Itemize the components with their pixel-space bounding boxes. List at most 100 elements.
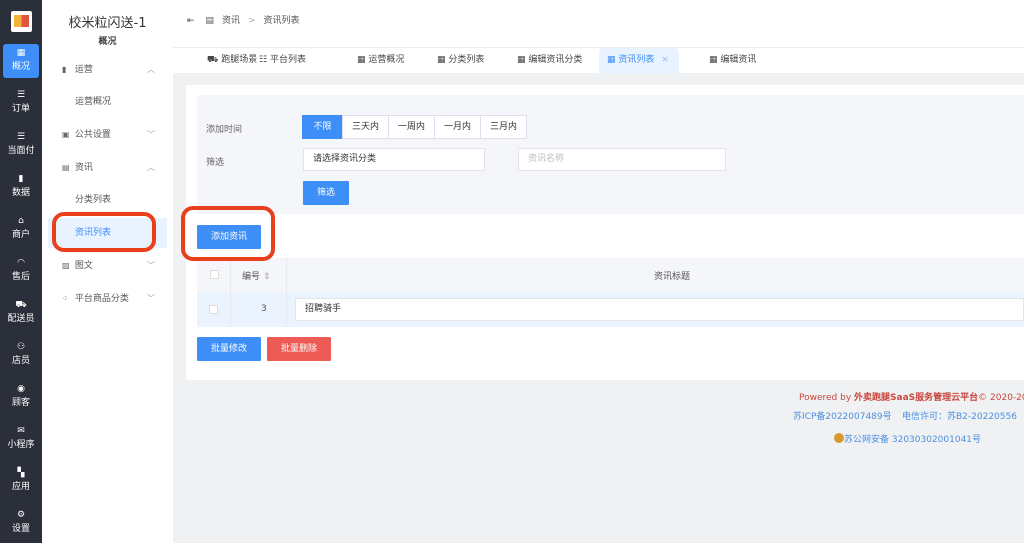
tab-ops-overview[interactable]: ▦ 运营概况 — [349, 48, 412, 74]
tab-label: 资讯列表 — [618, 55, 655, 65]
brand-link[interactable]: 外卖跑腿SaaS服务管理云平台 — [854, 393, 978, 403]
news-icon: ▤ — [62, 163, 70, 172]
store-icon: ⌂ — [18, 216, 24, 226]
menu-label: 图文 — [74, 261, 93, 271]
breadcrumb-current: 资讯列表 — [263, 16, 300, 26]
close-icon[interactable]: × — [661, 55, 669, 65]
menu-graphic[interactable]: ▨ 图文 ﹀ — [48, 251, 167, 281]
filter-button[interactable]: 筛选 — [303, 181, 349, 205]
rail-item-10[interactable]: ▚ 应用 — [3, 464, 39, 498]
column-id[interactable]: 编号 ⇕ — [242, 269, 270, 282]
tab-label: 平台列表 — [269, 55, 306, 65]
row-checkbox[interactable] — [209, 305, 218, 314]
sort-icon[interactable]: ⇕ — [263, 272, 271, 282]
police-record[interactable]: 苏公网安备 32030302001041号 — [834, 432, 981, 445]
rail-label: 设置 — [11, 524, 30, 534]
rail-item-0[interactable]: ▦ 概况 — [3, 44, 39, 78]
table-header: 编号 ⇕ 资讯标题 — [197, 258, 1024, 292]
breadcrumb: ⇤ ▤ 资讯 > 资讯列表 — [187, 13, 308, 26]
select-all-checkbox[interactable] — [210, 270, 219, 279]
tab-edit-news-category[interactable]: ▦ 编辑资讯分类 — [509, 48, 590, 74]
news-name-input[interactable]: 资讯名称 — [518, 148, 726, 171]
rail-item-5[interactable]: ◠ 售后 — [3, 254, 39, 288]
police-badge-icon — [834, 433, 844, 443]
filter-panel: 添加时间 不限 三天内 一周内 一月内 三月内 筛选 请选择资讯分类 资讯名称 … — [197, 95, 1024, 214]
highlight-circle — [52, 212, 156, 252]
user-gear-icon: ⚙ — [16, 510, 26, 520]
rail-item-8[interactable]: ◉ 顾客 — [3, 380, 39, 414]
menu-public-settings[interactable]: ▣ 公共设置 ﹀ — [48, 120, 167, 150]
apps-icon: ▚ — [17, 468, 25, 478]
users-icon: ⚇ — [16, 342, 26, 352]
highlight-circle — [181, 206, 275, 261]
rail-label: 当面付 — [7, 146, 35, 156]
table-row: 3 招聘骑手 — [197, 292, 1024, 327]
menu-yunying[interactable]: ▮ 运营 ︿ — [48, 55, 167, 85]
chevron-down-icon: ﹀ — [147, 294, 155, 303]
tab-category-list[interactable]: ▦ 分类列表 — [429, 48, 492, 74]
list-icon: ☰ — [16, 132, 26, 142]
news-icon: ▤ — [205, 16, 214, 26]
collapse-menu-icon[interactable]: ⇤ — [187, 16, 195, 26]
powered-text: Powered by — [799, 393, 855, 403]
telecom-license: 电信许可：苏B2-20220556 — [902, 412, 1017, 422]
picture-icon: ▨ — [62, 261, 70, 270]
rail-label: 商户 — [11, 230, 30, 240]
menu-label: 运营概况 — [75, 97, 112, 107]
batch-edit-button[interactable]: 批量修改 — [197, 337, 261, 361]
time-label: 添加时间 — [206, 125, 243, 135]
icp-link[interactable]: 苏ICP备2022007489号 — [793, 409, 892, 422]
store-name: 校米粒闪送-1 — [68, 16, 147, 31]
breadcrumb-item[interactable]: 资讯 — [222, 16, 240, 26]
category-select[interactable]: 请选择资讯分类 — [303, 148, 485, 171]
rail-item-6[interactable]: ⛟ 配送员 — [3, 296, 39, 330]
tab-label: 运营概况 — [368, 55, 405, 65]
menu-category-list[interactable]: 分类列表 — [48, 185, 167, 215]
rail-item-7[interactable]: ⚇ 店员 — [3, 338, 39, 372]
user-circle-icon: ◉ — [17, 384, 25, 394]
rail-item-3[interactable]: ▮ 数据 — [3, 170, 39, 204]
headset-icon: ◠ — [17, 258, 25, 268]
menu-news[interactable]: ▤ 资讯 ︿ — [48, 153, 167, 183]
chat-icon: ✉ — [17, 426, 25, 436]
time-option-3months[interactable]: 三月内 — [480, 115, 527, 139]
rail-label: 售后 — [11, 272, 30, 282]
tab-label: 分类列表 — [448, 55, 485, 65]
row-title-input[interactable]: 招聘骑手 — [295, 298, 1024, 321]
scooter-icon: ⛟ — [15, 300, 27, 310]
menu-label: 分类列表 — [75, 195, 112, 205]
time-option-month[interactable]: 一月内 — [434, 115, 481, 139]
rail-item-1[interactable]: ☰ 订单 — [3, 86, 39, 120]
rail-item-4[interactable]: ⌂ 商户 — [3, 212, 39, 246]
tab-news-list[interactable]: ▦ 资讯列表 × — [599, 48, 679, 74]
rail-label: 应用 — [11, 482, 30, 492]
rail-label: 数据 — [11, 188, 30, 198]
batch-delete-button[interactable]: 批量删除 — [267, 337, 331, 361]
time-option-week[interactable]: 一周内 — [388, 115, 435, 139]
rail-item-2[interactable]: ☰ 当面付 — [3, 128, 39, 162]
time-option-any[interactable]: 不限 — [302, 115, 343, 139]
breadcrumb-separator: > — [247, 16, 256, 26]
menu-label: 平台商品分类 — [74, 294, 129, 304]
menu-label: 公共设置 — [74, 130, 111, 140]
sidebar: 校米粒闪送-1 概况 ▮ 运营 ︿ 运营概况 ▣ 公共设置 ﹀ ▤ 资讯 ︿ 分类列表… — [42, 0, 173, 543]
section-title: 概况 — [98, 37, 117, 47]
tab-platform-list[interactable]: ☷ 平台列表 — [251, 48, 314, 74]
chevron-down-icon: ﹀ — [147, 130, 155, 139]
rail-label: 订单 — [11, 104, 30, 114]
row-id: 3 — [261, 304, 267, 314]
menu-goods-category[interactable]: ⁘ 平台商品分类 ﹀ — [48, 284, 167, 314]
rail-item-11[interactable]: ⚙ 设置 — [3, 506, 39, 540]
list-icon: ☰ — [16, 90, 26, 100]
content-card: 添加时间 不限 三天内 一周内 一月内 三月内 筛选 请选择资讯分类 资讯名称 … — [186, 85, 1024, 380]
tab-edit-news[interactable]: ▦ 编辑资讯 — [701, 48, 764, 74]
chevron-down-icon: ﹀ — [147, 261, 155, 270]
grid-icon: ▦ — [16, 48, 26, 58]
powered-by: Powered by 外卖跑腿SaaS服务管理云平台© 2020-20 — [799, 390, 1024, 403]
copyright: © 2020-20 — [978, 393, 1024, 403]
time-option-3days[interactable]: 三天内 — [342, 115, 389, 139]
menu-yunying-overview[interactable]: 运营概况 — [48, 87, 167, 117]
column-title: 资讯标题 — [654, 272, 691, 282]
rail-item-9[interactable]: ✉ 小程序 — [3, 422, 39, 456]
column-label: 编号 — [242, 272, 261, 282]
